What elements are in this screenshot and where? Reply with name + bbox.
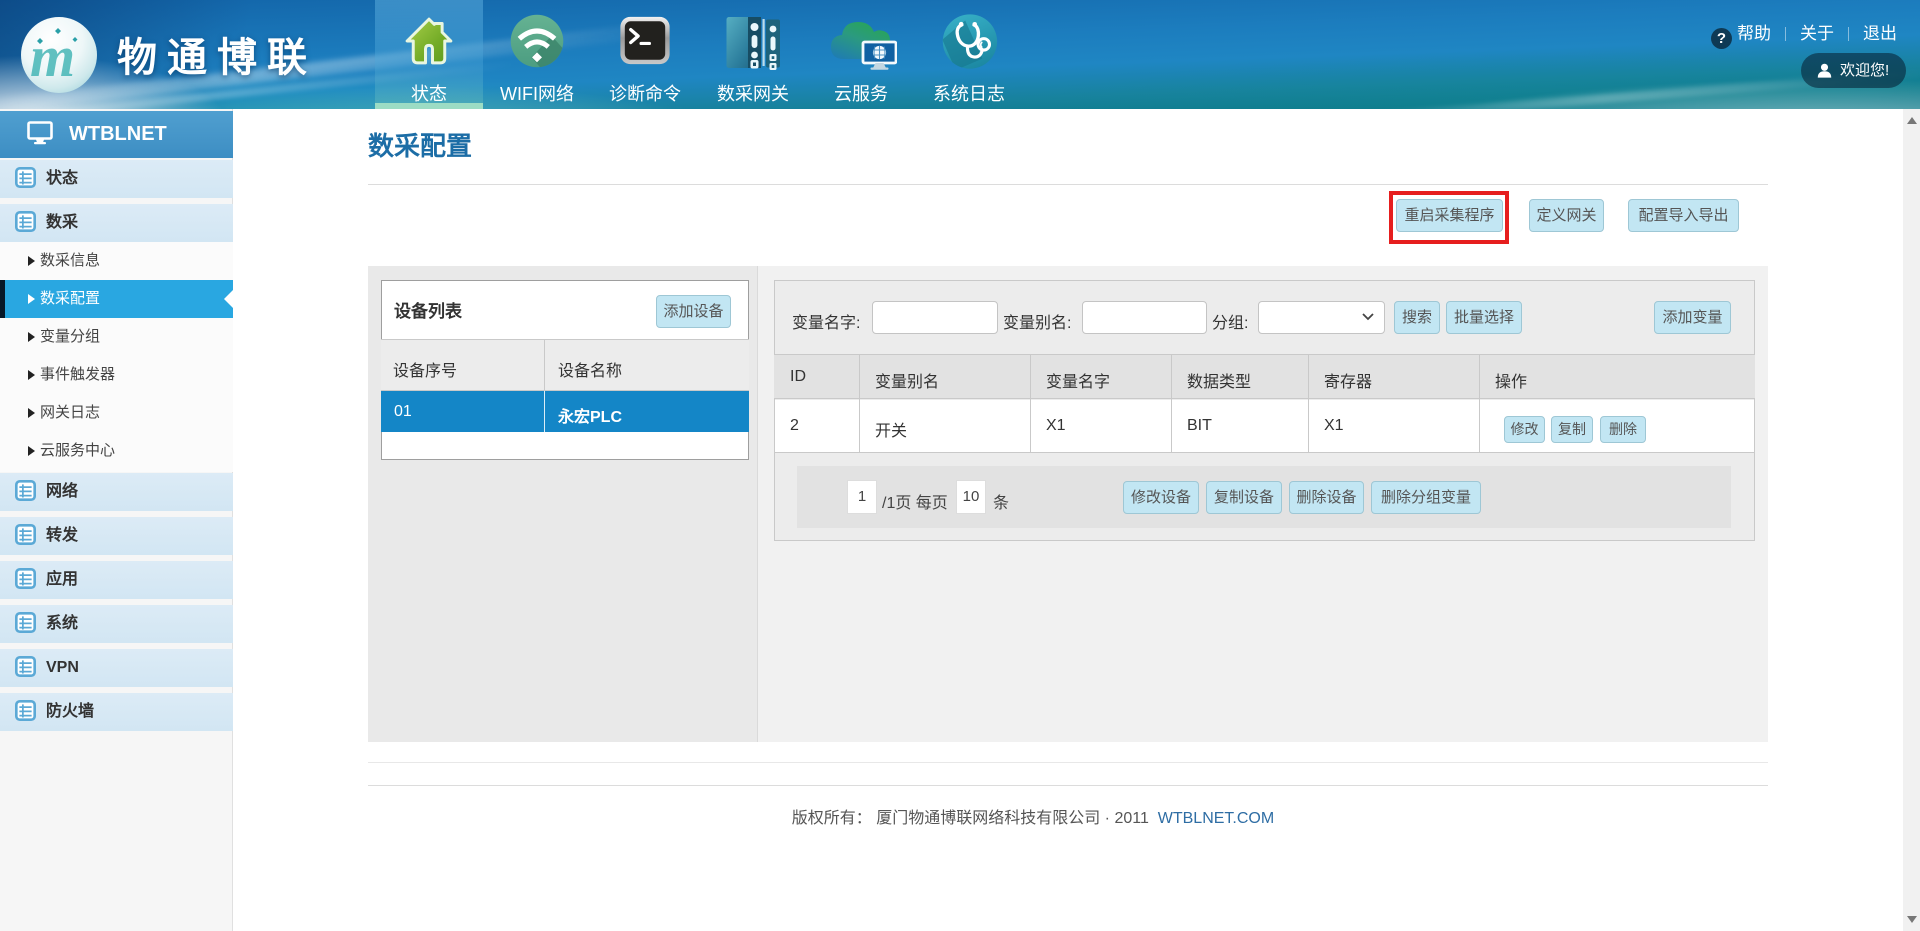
- svg-text:m: m: [30, 24, 75, 89]
